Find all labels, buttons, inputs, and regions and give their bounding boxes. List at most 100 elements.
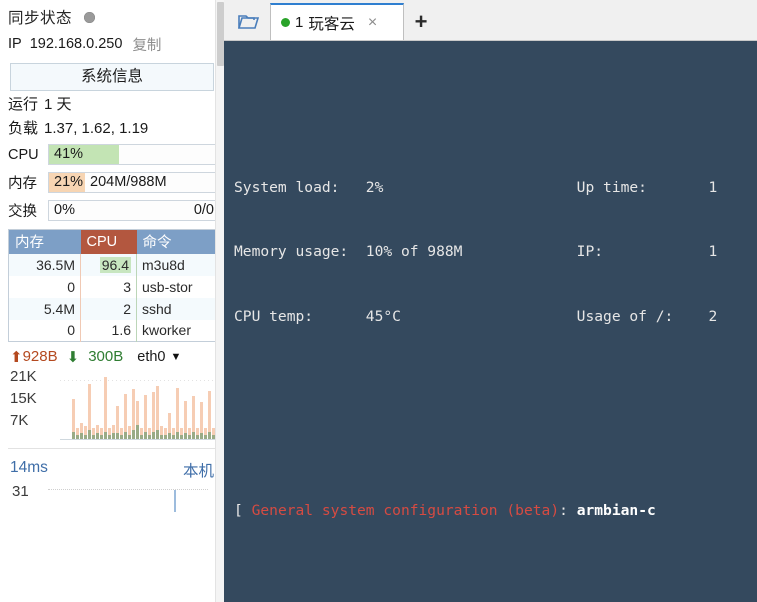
- latency-summary-row: 14ms 本机: [0, 453, 224, 481]
- network-bar: [88, 368, 91, 439]
- close-icon[interactable]: ×: [368, 14, 377, 31]
- network-summary-row: ⬆ 928B ⬇ 300B eth0 ▼: [0, 342, 224, 366]
- network-bar: [72, 368, 75, 439]
- copy-ip-button[interactable]: 复制: [132, 34, 161, 55]
- network-bar-download: [192, 431, 195, 439]
- config-colon: :: [559, 502, 577, 520]
- table-row[interactable]: 5.4M 2 sshd: [8, 297, 216, 320]
- network-bar: [76, 368, 79, 439]
- metric-cpu-label: CPU: [8, 146, 39, 163]
- network-bar-download: [80, 433, 83, 439]
- sidebar-divider: [8, 448, 216, 449]
- column-header-cpu[interactable]: CPU: [80, 229, 137, 254]
- motd-value-ip: 1: [708, 243, 718, 261]
- network-bar: [188, 368, 191, 439]
- terminal-motd-line-3: CPU temp: 45°C Usage of /: 2: [234, 306, 757, 328]
- load-row: 负载 1.37, 1.62, 1.19: [0, 115, 224, 139]
- network-bar: [60, 368, 63, 439]
- network-bar-download: [116, 433, 119, 439]
- network-bar: [108, 368, 111, 439]
- config-red-text: General system configuration (beta): [242, 502, 560, 520]
- chevron-down-icon[interactable]: ▼: [170, 351, 181, 363]
- network-bar-download: [88, 430, 91, 439]
- network-bar: [64, 368, 67, 439]
- arrow-up-icon: ⬆: [10, 348, 23, 366]
- network-bar: [156, 368, 159, 439]
- latency-value: 14ms: [10, 459, 48, 476]
- network-bar: [152, 368, 155, 439]
- network-bar-download: [172, 434, 175, 439]
- metric-cpu: CPU 41%: [0, 142, 224, 167]
- network-bar: [112, 368, 115, 439]
- cell-cpu: 2: [80, 297, 137, 320]
- network-interface-selector[interactable]: eth0: [137, 349, 165, 365]
- config-bold-text: armbian-c: [576, 502, 656, 520]
- network-bar-download: [156, 430, 159, 439]
- latency-marker: [174, 490, 176, 512]
- network-bar: [96, 368, 99, 439]
- network-bar: [176, 368, 179, 439]
- metric-memory-percent: 21%: [54, 174, 84, 190]
- network-bar-download: [208, 431, 211, 439]
- network-bar-download: [128, 434, 131, 439]
- network-bar: [168, 368, 171, 439]
- network-bar-download: [136, 424, 139, 439]
- latency-target: 本机: [182, 463, 214, 480]
- network-bar: [120, 368, 123, 439]
- metric-swap-percent: 0%: [54, 202, 75, 218]
- metric-memory: 内存 21% 204M/988M: [0, 170, 224, 195]
- network-bar-download: [92, 434, 95, 439]
- table-row[interactable]: 0 3 usb-stor: [8, 275, 216, 298]
- sync-status-label: 同步状态: [8, 10, 73, 27]
- network-bar: [172, 368, 175, 439]
- latency-chart: 31: [8, 483, 216, 513]
- table-row[interactable]: 0 1.6 kworker: [8, 319, 216, 342]
- sidebar-monitor-panel: 同步状态 IP 192.168.0.250 复制 系统信息 运行 1 天 负载 1.…: [0, 0, 235, 602]
- network-ytick-low: 7K: [10, 412, 29, 429]
- network-ytick-mid: 15K: [10, 390, 37, 407]
- network-bar: [136, 368, 139, 439]
- sync-status-row: 同步状态: [0, 0, 224, 30]
- arrow-down-icon: ⬇: [66, 348, 80, 366]
- terminal-tab-1[interactable]: 1 玩客云 ×: [270, 3, 404, 40]
- network-upload-value: 928B: [22, 348, 58, 365]
- metric-swap: 交换 0% 0/0: [0, 198, 224, 223]
- table-row[interactable]: 36.5M 96.4 m3u8d: [8, 253, 216, 276]
- cell-command: sshd: [136, 297, 216, 320]
- open-folder-icon[interactable]: [228, 4, 270, 40]
- motd-value-memory-usage: 10% of 988M: [365, 243, 577, 261]
- sidebar-scrollbar-thumb[interactable]: [217, 2, 224, 66]
- sidebar-scrollbar[interactable]: [215, 0, 224, 602]
- cell-cpu: 96.4: [80, 253, 137, 276]
- plus-icon[interactable]: +: [404, 3, 438, 40]
- tab-title: 玩客云: [308, 15, 355, 33]
- motd-key-cpu-temp: CPU temp:: [234, 308, 366, 326]
- network-bar-download: [204, 434, 207, 439]
- metric-swap-label: 交换: [8, 204, 37, 220]
- uptime-value: 1 天: [44, 96, 72, 113]
- network-bar-download: [108, 434, 111, 439]
- metric-memory-bar: 21% 204M/988M: [48, 172, 220, 193]
- terminal-output[interactable]: System load: 2% Up time: 1 Memory usage:…: [224, 41, 757, 602]
- network-bar-download: [196, 434, 199, 439]
- network-bar: [84, 368, 87, 439]
- system-info-button[interactable]: 系统信息: [10, 63, 214, 91]
- network-ytick-high: 21K: [10, 368, 37, 385]
- network-traffic-chart: 21K 15K 7K: [8, 366, 235, 444]
- network-bar: [100, 368, 103, 439]
- column-header-memory[interactable]: 内存: [8, 229, 81, 254]
- network-bar-download: [164, 434, 167, 439]
- uptime-row: 运行 1 天: [0, 91, 224, 115]
- status-dot-gray-icon: [84, 11, 96, 23]
- network-bar: [144, 368, 147, 439]
- metric-cpu-bar: 41%: [48, 144, 220, 165]
- terminal-pane: 1 玩客云 × + System load: 2% Up time: 1 Mem…: [224, 0, 757, 602]
- network-bar: [80, 368, 83, 439]
- motd-value-uptime: 1: [708, 178, 718, 196]
- network-bar-download: [200, 433, 203, 439]
- column-header-command[interactable]: 命令: [136, 229, 216, 254]
- network-bar: [192, 368, 195, 439]
- network-bar-download: [112, 433, 115, 439]
